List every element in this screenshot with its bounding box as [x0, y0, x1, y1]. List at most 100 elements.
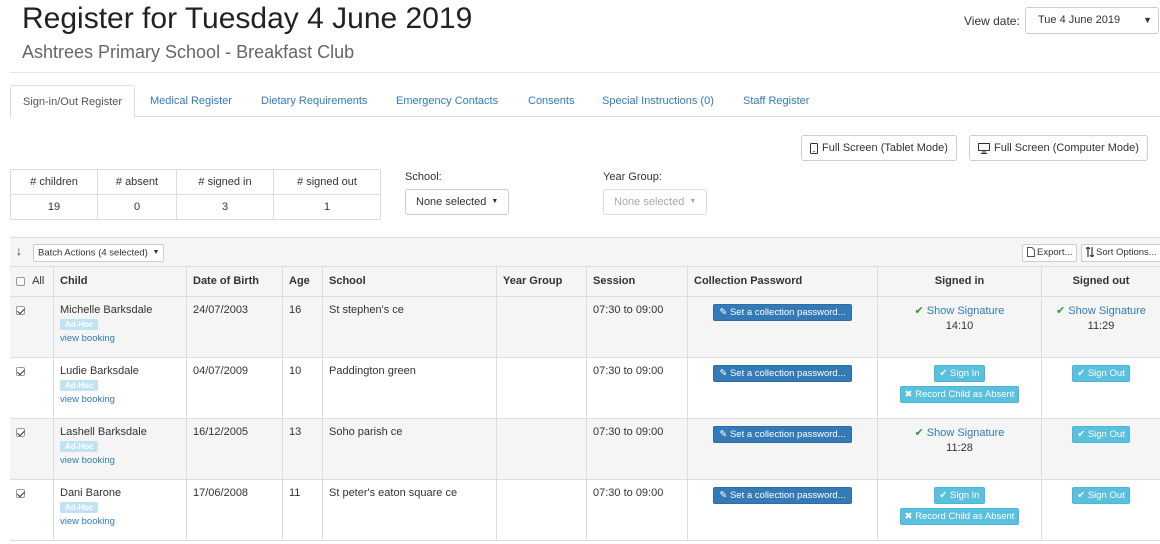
tab-consents[interactable]: Consents: [516, 85, 586, 117]
check-icon: ✔: [914, 305, 924, 317]
show-signature-link[interactable]: ✔ Show Signature: [1056, 305, 1146, 317]
column-header-child[interactable]: Child: [54, 267, 187, 296]
pencil-icon: ✎: [719, 307, 730, 318]
dob-cell: 17/06/2008: [187, 480, 283, 540]
tab-special-instructions[interactable]: Special Instructions (0): [590, 85, 726, 117]
tab-medical-register[interactable]: Medical Register: [138, 85, 244, 117]
adhoc-badge: Ad-Hoc: [60, 502, 99, 513]
show-signature-link[interactable]: ✔ Show Signature: [915, 427, 1005, 439]
year-group-cell: [497, 358, 587, 418]
table-row: Lashell Barksdale Ad-Hoc view booking 16…: [10, 419, 1160, 480]
sign-out-button[interactable]: ✔ Sign Out: [1072, 487, 1130, 504]
session-cell: 07:30 to 09:00: [587, 358, 688, 418]
set-collection-password-label: Set a collection password...: [729, 490, 846, 501]
full-screen-tablet-label: Full Screen (Tablet Mode): [822, 142, 948, 154]
child-name: Lashell Barksdale: [60, 426, 147, 438]
record-absent-button[interactable]: ✖ Record Child as Absent: [899, 508, 1020, 525]
row-select-cell: [10, 480, 54, 540]
year-group-filter-dropdown[interactable]: None selected ▼: [603, 189, 708, 215]
school-cell: St peter's eaton square ce: [323, 480, 497, 540]
tab-sign-in-out-register[interactable]: Sign-in/Out Register: [10, 85, 136, 118]
school-filter-label: School:: [405, 171, 442, 183]
full-screen-computer-label: Full Screen (Computer Mode): [994, 142, 1139, 154]
sign-out-button[interactable]: ✔ Sign Out: [1072, 365, 1130, 382]
age-cell: 11: [283, 480, 323, 540]
sign-in-button[interactable]: ✔ Sign In: [934, 487, 985, 504]
row-checkbox[interactable]: [16, 366, 25, 376]
batch-actions-button[interactable]: Batch Actions (4 selected) ▼: [33, 244, 165, 262]
pencil-icon: ✎: [719, 429, 730, 440]
pencil-icon: ✎: [719, 490, 730, 501]
child-cell: Michelle Barksdale Ad-Hoc view booking: [54, 297, 187, 357]
table-header-row: All Child Date of Birth Age School Year …: [10, 267, 1160, 297]
summary-value-signed-out: 1: [273, 194, 381, 220]
view-booking-link[interactable]: view booking: [60, 455, 180, 466]
batch-actions-label: Batch Actions (4 selected): [38, 247, 148, 259]
sort-options-label: Sort Options...: [1096, 247, 1157, 258]
session-cell: 07:30 to 09:00: [587, 419, 688, 479]
tab-emergency-contacts[interactable]: Emergency Contacts: [384, 85, 510, 117]
collection-password-cell: ✎ Set a collection password...: [688, 480, 878, 540]
chevron-down-icon: ▼: [1143, 15, 1152, 25]
select-all-checkbox[interactable]: [16, 276, 25, 286]
set-collection-password-label: Set a collection password...: [729, 429, 846, 440]
show-signature-label: Show Signature: [926, 427, 1005, 439]
sign-out-button[interactable]: ✔ Sign Out: [1072, 426, 1130, 443]
show-signature-link[interactable]: ✔ Show Signature: [915, 305, 1005, 317]
column-header-age[interactable]: Age: [283, 267, 323, 296]
child-name: Michelle Barksdale: [60, 304, 153, 316]
file-icon: [1027, 247, 1035, 258]
sort-options-button[interactable]: Sort Options...: [1081, 244, 1160, 262]
row-checkbox[interactable]: [16, 488, 25, 498]
tab-dietary-requirements[interactable]: Dietary Requirements: [249, 85, 379, 117]
sign-in-label: Sign In: [950, 368, 980, 379]
collection-password-cell: ✎ Set a collection password...: [688, 419, 878, 479]
tab-bar: Sign-in/Out Register Medical Register Di…: [10, 85, 1160, 118]
full-screen-tablet-button[interactable]: Full Screen (Tablet Mode): [801, 135, 957, 161]
sort-icon: [1085, 246, 1095, 259]
summary-value-signed-in: 3: [176, 194, 274, 220]
record-absent-button[interactable]: ✖ Record Child as Absent: [899, 386, 1020, 403]
page-title: Register for Tuesday 4 June 2019: [22, 2, 473, 35]
view-date-select[interactable]: Tue 4 June 2019 ▼: [1025, 7, 1159, 34]
full-screen-computer-button[interactable]: Full Screen (Computer Mode): [969, 135, 1148, 161]
signed-in-cell: ✔ Sign In ✖ Record Child as Absent: [878, 480, 1042, 540]
set-collection-password-button[interactable]: ✎ Set a collection password...: [713, 304, 852, 321]
record-absent-label: Record Child as Absent: [915, 511, 1015, 522]
session-cell: 07:30 to 09:00: [587, 297, 688, 357]
school-cell: Paddington green: [323, 358, 497, 418]
view-booking-link[interactable]: view booking: [60, 333, 180, 344]
record-absent-label: Record Child as Absent: [915, 389, 1015, 400]
signed-out-cell: ✔ Sign Out: [1042, 480, 1160, 540]
export-button[interactable]: Export...: [1022, 244, 1078, 262]
age-cell: 13: [283, 419, 323, 479]
summary-table: # children # absent # signed in # signed…: [10, 169, 381, 220]
school-filter-dropdown[interactable]: None selected ▼: [405, 189, 510, 215]
sign-out-label: Sign Out: [1087, 429, 1125, 440]
year-group-cell: [497, 419, 587, 479]
tab-staff-register[interactable]: Staff Register: [731, 85, 821, 117]
column-header-dob[interactable]: Date of Birth: [187, 267, 283, 296]
set-collection-password-button[interactable]: ✎ Set a collection password...: [713, 487, 852, 504]
sign-in-button[interactable]: ✔ Sign In: [934, 365, 985, 382]
set-collection-password-button[interactable]: ✎ Set a collection password...: [713, 365, 852, 382]
age-cell: 10: [283, 358, 323, 418]
column-header-year-group[interactable]: Year Group: [497, 267, 587, 296]
tablet-icon: [810, 142, 818, 154]
column-header-school[interactable]: School: [323, 267, 497, 296]
view-booking-link[interactable]: view booking: [60, 516, 180, 527]
row-checkbox[interactable]: [16, 427, 25, 437]
sign-out-label: Sign Out: [1087, 368, 1125, 379]
sign-out-label: Sign Out: [1087, 490, 1125, 501]
dob-cell: 04/07/2009: [187, 358, 283, 418]
signed-in-cell: ✔ Sign In ✖ Record Child as Absent: [878, 358, 1042, 418]
show-signature-label: Show Signature: [926, 305, 1005, 317]
view-booking-link[interactable]: view booking: [60, 394, 180, 405]
column-header-session[interactable]: Session: [587, 267, 688, 296]
child-name: Dani Barone: [60, 487, 122, 499]
set-collection-password-button[interactable]: ✎ Set a collection password...: [713, 426, 852, 443]
child-name: Ludie Barksdale: [60, 365, 139, 377]
adhoc-badge: Ad-Hoc: [60, 441, 99, 452]
row-checkbox[interactable]: [16, 305, 25, 315]
column-header-signed-in: Signed in: [878, 267, 1042, 296]
